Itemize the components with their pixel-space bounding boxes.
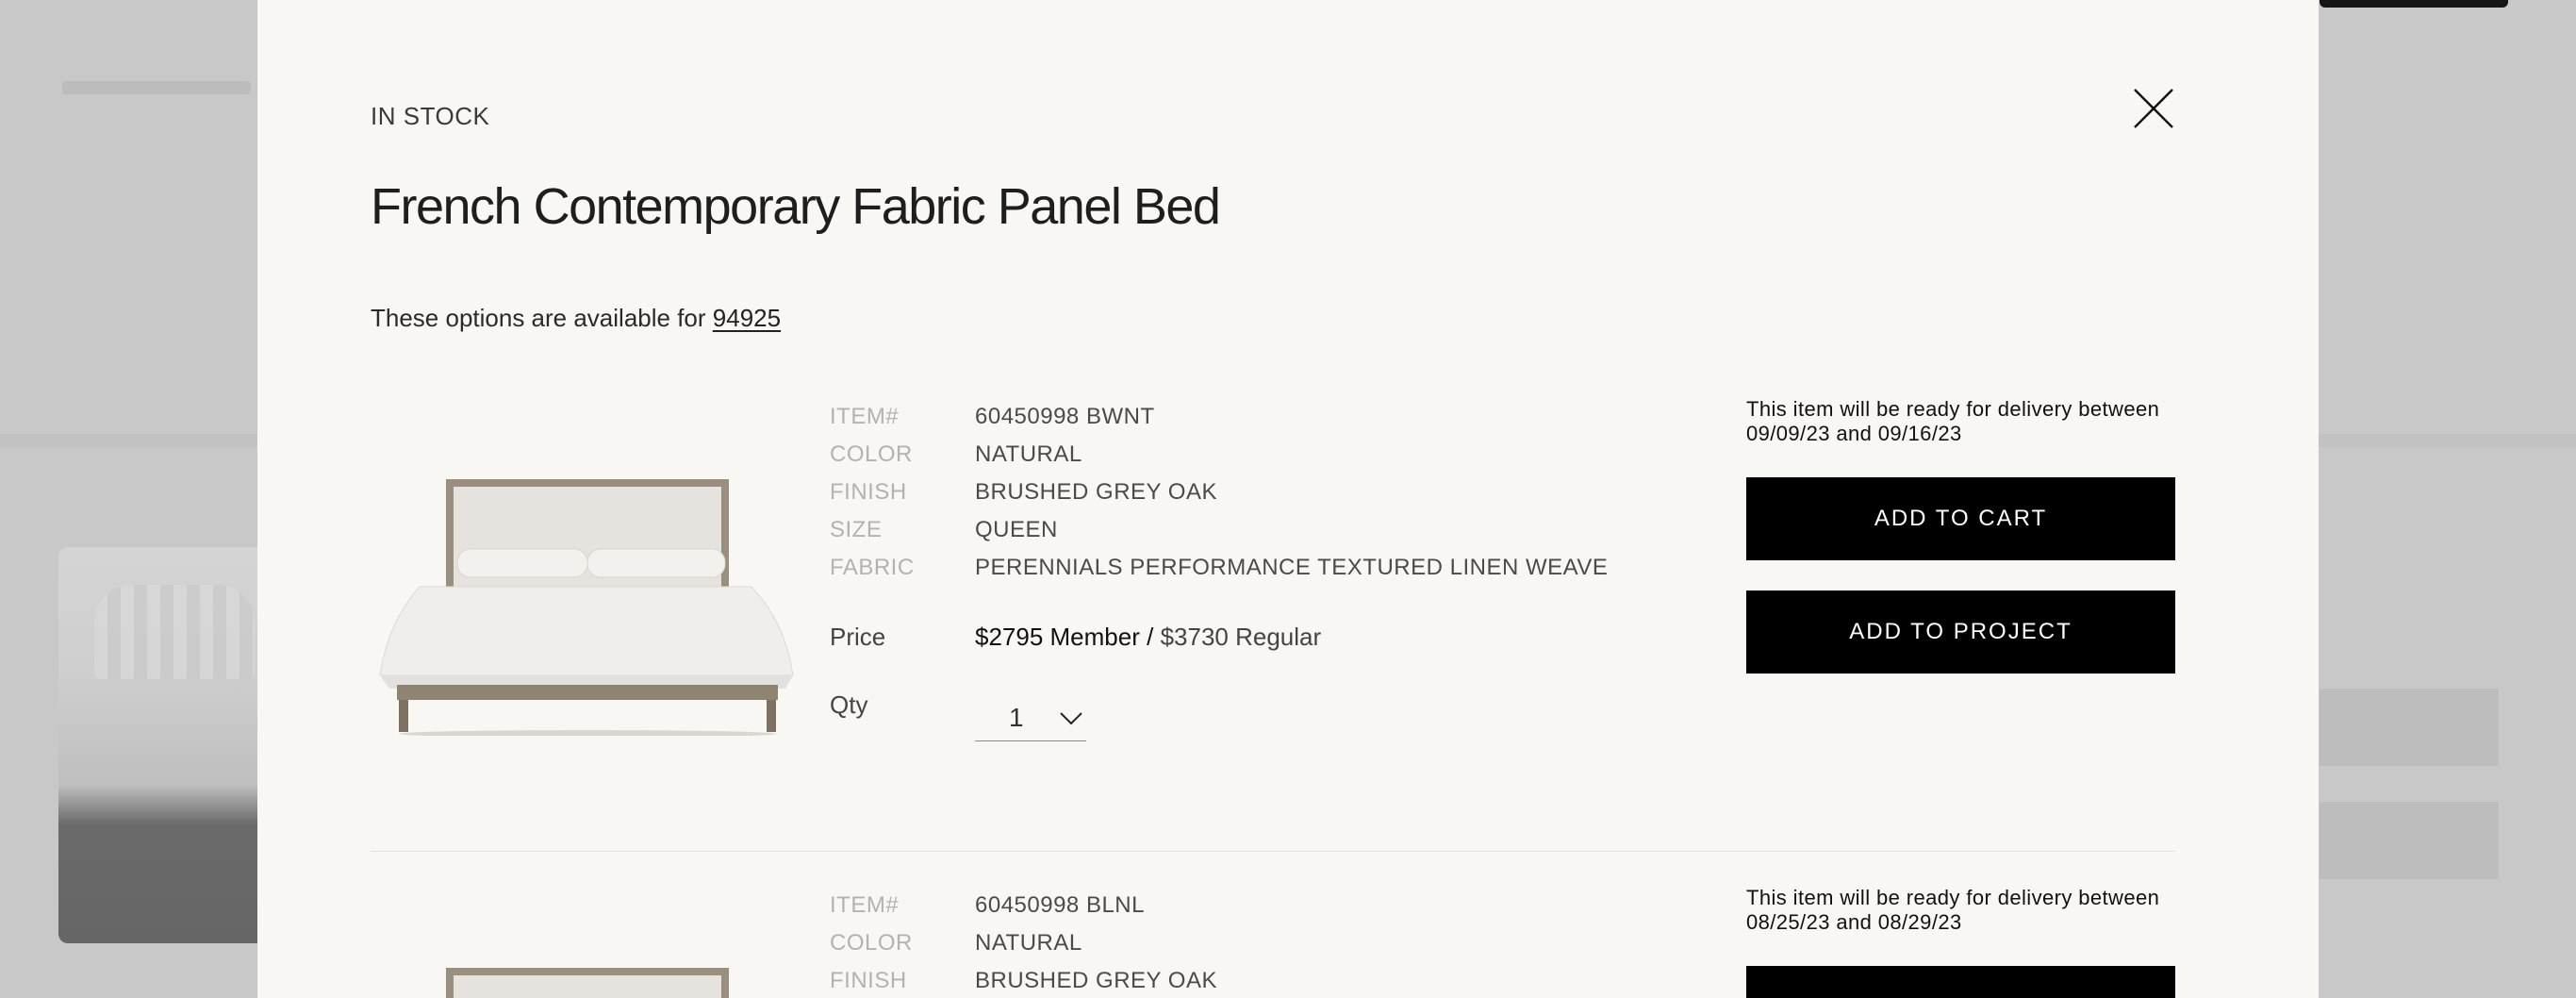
price-value: $2795 Member / $3730 Regular xyxy=(975,623,1321,652)
spec-value-finish: BRUSHED GREY OAK xyxy=(975,968,1217,993)
spec-label-item: ITEM# xyxy=(830,892,900,918)
background-product-detail xyxy=(94,585,255,679)
background-button xyxy=(2320,689,2499,766)
spec-label-size: SIZE xyxy=(830,517,883,542)
spec-value-finish: BRUSHED GREY OAK xyxy=(975,479,1217,505)
bed-image xyxy=(379,479,794,736)
spec-label-finish: FINISH xyxy=(830,479,907,505)
qty-label: Qty xyxy=(830,690,868,719)
member-price: $2795 Member / xyxy=(975,623,1154,651)
chevron-down-icon xyxy=(1060,712,1082,725)
close-icon[interactable] xyxy=(2133,88,2174,129)
spec-value-item: 60450998 BWNT xyxy=(975,404,1155,429)
delivery-message: This item will be ready for delivery bet… xyxy=(1746,397,2160,445)
add-to-cart-button[interactable]: ADD TO CART xyxy=(1746,477,2175,560)
regular-price: $3730 Regular xyxy=(1160,623,1322,651)
background-breadcrumb xyxy=(62,81,251,94)
stock-status: IN STOCK xyxy=(371,102,490,130)
availability-text: These options are available for 94925 xyxy=(371,304,781,333)
spec-label-color: COLOR xyxy=(830,441,913,467)
spec-label-item: ITEM# xyxy=(830,404,900,429)
bed-image xyxy=(446,968,729,998)
row-divider xyxy=(371,851,2175,852)
spec-label-finish: FINISH xyxy=(830,968,907,993)
spec-value-color: NATURAL xyxy=(975,441,1082,467)
modal-title: French Contemporary Fabric Panel Bed xyxy=(371,178,1221,235)
availability-label: These options are available for xyxy=(371,304,713,332)
background-header-bar xyxy=(2320,0,2508,8)
price-label: Price xyxy=(830,623,886,651)
quantity-select[interactable]: 1 xyxy=(975,691,1086,741)
page: IN STOCK French Contemporary Fabric Pane… xyxy=(0,0,2576,998)
spec-value-size: QUEEN xyxy=(975,517,1058,542)
add-to-project-button[interactable]: ADD TO PROJECT xyxy=(1746,590,2175,674)
zip-code-link[interactable]: 94925 xyxy=(713,304,781,332)
spec-value-item: 60450998 BLNL xyxy=(975,892,1145,918)
quantity-value: 1 xyxy=(1009,703,1024,732)
spec-label-fabric: FABRIC xyxy=(830,555,915,580)
add-to-cart-button[interactable] xyxy=(1746,966,2175,998)
background-button xyxy=(2320,802,2499,879)
spec-value-fabric: PERENNIALS PERFORMANCE TEXTURED LINEN WE… xyxy=(975,555,1609,580)
delivery-message: This item will be ready for delivery bet… xyxy=(1746,886,2160,934)
spec-value-color: NATURAL xyxy=(975,930,1082,956)
spec-label-color: COLOR xyxy=(830,930,913,956)
